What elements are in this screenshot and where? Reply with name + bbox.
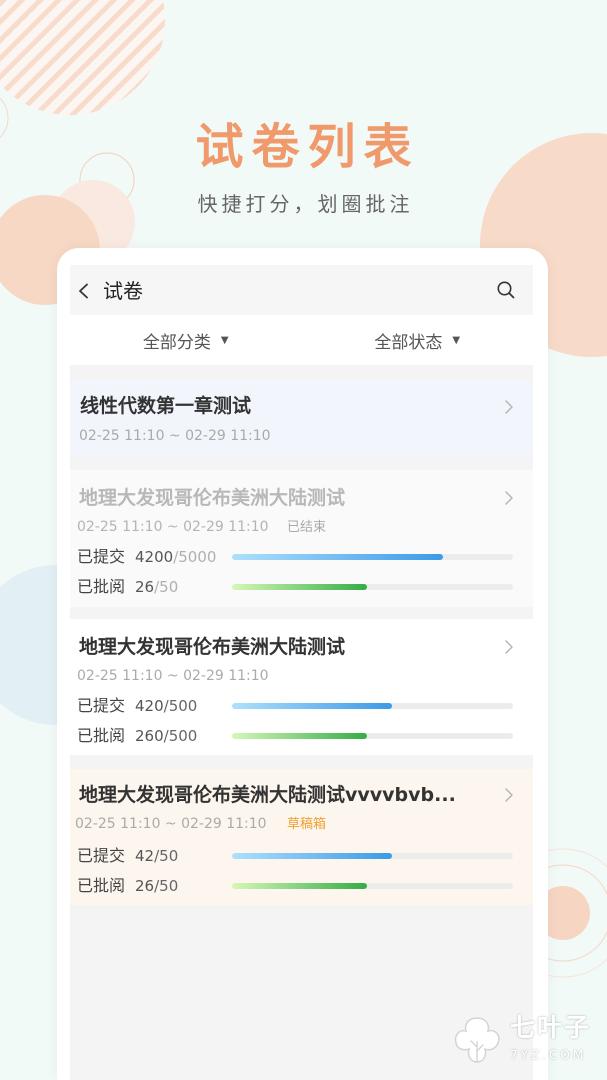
submitted-label: 已提交 — [77, 547, 126, 566]
reviewed-progress-bar — [232, 584, 513, 590]
watermark-brand: 七叶子 — [510, 1013, 592, 1042]
page-title: 试卷 — [103, 279, 143, 303]
chevron-right-icon — [505, 491, 513, 505]
reviewed-progress-row: 已批阅 26/50 — [77, 875, 526, 897]
exam-title: 地理大发现哥伦布美洲大陆测试 — [79, 487, 346, 509]
reviewed-label: 已批阅 — [77, 726, 126, 745]
reviewed-progress-fill — [232, 733, 367, 739]
submitted-count: 42/50 — [135, 845, 178, 867]
submitted-total: /500 — [163, 697, 198, 715]
chevron-right-icon — [505, 400, 513, 414]
submitted-progress-fill — [232, 703, 393, 709]
exam-card[interactable]: 地理大发现哥伦布美洲大陆测试 02-25 11:10 ~ 02-29 11:10… — [70, 619, 533, 755]
exam-meta: 02-25 11:10 ~ 02-29 11:10 已结束 — [77, 518, 326, 537]
submitted-label: 已提交 — [77, 846, 126, 865]
reviewed-count: 26/50 — [135, 875, 178, 897]
reviewed-progress-row: 已批阅 26/50 — [77, 576, 526, 598]
submitted-progress-bar — [232, 853, 513, 859]
reviewed-total: /500 — [163, 727, 198, 745]
leaf-logo-icon — [454, 1017, 500, 1063]
submitted-progress-fill — [232, 853, 393, 859]
submitted-done: 42 — [135, 847, 155, 865]
exam-meta: 02-25 11:10 ~ 02-29 11:10 — [79, 427, 271, 445]
reviewed-done: 260 — [135, 727, 164, 745]
exam-date-range: 02-25 11:10 ~ 02-29 11:10 — [77, 668, 269, 684]
exam-title: 地理大发现哥伦布美洲大陆测试 — [79, 636, 346, 658]
promo-title: 试卷列表 — [195, 119, 420, 175]
caret-down-icon: ▼ — [220, 334, 229, 346]
submitted-progress-fill — [232, 554, 443, 560]
caret-down-icon: ▼ — [452, 334, 461, 346]
app-header: 试卷 — [70, 265, 533, 315]
draft-badge: 草稿箱 — [287, 817, 327, 832]
striped-circle-pattern — [0, 0, 165, 115]
submitted-done: 4200 — [135, 548, 174, 566]
app-screen: 试卷 全部分类 ▼ 全部状态 ▼ 线性代数第一章测试 02-25 11:10 ~… — [70, 265, 533, 1080]
reviewed-progress-bar — [232, 883, 513, 889]
submitted-progress-row: 已提交 42/50 — [77, 845, 526, 867]
submitted-total: /5000 — [173, 548, 217, 566]
reviewed-total: /50 — [154, 578, 179, 596]
chevron-left-icon — [79, 283, 88, 299]
status-filter-label: 全部状态 — [374, 332, 443, 353]
status-filter-dropdown[interactable]: 全部状态 ▼ — [302, 315, 534, 365]
submitted-progress-row: 已提交 4200/5000 — [77, 546, 526, 568]
watermark: 七叶子 7YZ.COM — [452, 1012, 597, 1068]
phone-frame: 试卷 全部分类 ▼ 全部状态 ▼ 线性代数第一章测试 02-25 11:10 ~… — [57, 248, 548, 1080]
reviewed-label: 已批阅 — [77, 876, 126, 895]
category-filter-dropdown[interactable]: 全部分类 ▼ — [70, 315, 302, 365]
exam-title: 线性代数第一章测试 — [80, 395, 252, 417]
reviewed-progress-fill — [232, 883, 367, 889]
back-button[interactable] — [74, 280, 94, 302]
reviewed-done: 26 — [135, 877, 155, 895]
exam-meta: 02-25 11:10 ~ 02-29 11:10 草稿箱 — [75, 815, 326, 834]
reviewed-total: /50 — [154, 877, 179, 895]
status-badge: 已结束 — [287, 520, 327, 535]
exam-date-range: 02-25 11:10 ~ 02-29 11:10 — [75, 816, 267, 832]
exam-title: 地理大发现哥伦布美洲大陆测试vvvvbvb... — [79, 784, 456, 806]
exam-date-range: 02-25 11:10 ~ 02-29 11:10 — [79, 428, 271, 444]
reviewed-done: 26 — [135, 578, 155, 596]
exam-card[interactable]: 地理大发现哥伦布美洲大陆测试 02-25 11:10 ~ 02-29 11:10… — [70, 470, 533, 607]
reviewed-progress-row: 已批阅 260/500 — [77, 725, 526, 747]
submitted-progress-row: 已提交 420/500 — [77, 695, 526, 717]
watermark-site: 7YZ.COM — [510, 1048, 587, 1062]
search-button[interactable] — [495, 279, 517, 301]
submitted-count: 420/500 — [135, 695, 197, 717]
submitted-done: 420 — [135, 697, 164, 715]
reviewed-count: 260/500 — [135, 725, 197, 747]
submitted-progress-bar — [232, 554, 513, 560]
promo-subtitle: 快捷打分，划圈批注 — [197, 192, 414, 216]
exam-date-range: 02-25 11:10 ~ 02-29 11:10 — [77, 519, 269, 535]
exam-meta: 02-25 11:10 ~ 02-29 11:10 — [77, 667, 269, 685]
reviewed-progress-bar — [232, 733, 513, 739]
submitted-progress-bar — [232, 703, 513, 709]
submitted-total: /50 — [154, 847, 179, 865]
exam-card[interactable]: 线性代数第一章测试 02-25 11:10 ~ 02-29 11:10 — [70, 380, 533, 458]
chevron-right-icon — [505, 640, 513, 654]
submitted-label: 已提交 — [77, 696, 126, 715]
filter-bar: 全部分类 ▼ 全部状态 ▼ — [70, 315, 533, 365]
chevron-right-icon — [505, 788, 513, 802]
exam-card[interactable]: 地理大发现哥伦布美洲大陆测试vvvvbvb... 02-25 11:10 ~ 0… — [70, 769, 533, 905]
reviewed-count: 26/50 — [135, 576, 178, 598]
reviewed-label: 已批阅 — [77, 577, 126, 596]
submitted-count: 4200/5000 — [135, 546, 216, 568]
search-icon — [497, 281, 515, 299]
category-filter-label: 全部分类 — [142, 332, 211, 353]
reviewed-progress-fill — [232, 584, 367, 590]
